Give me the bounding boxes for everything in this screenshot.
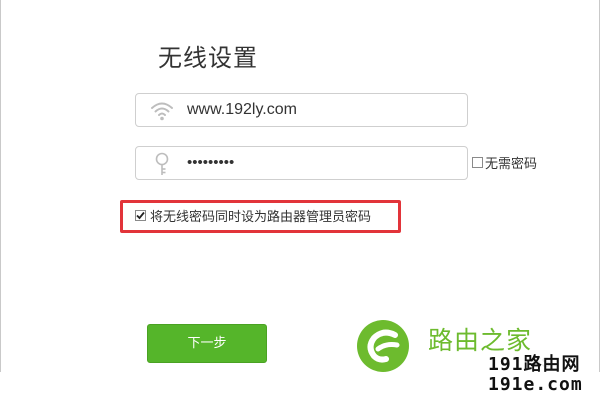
left-frame-line [0,0,1,372]
no-password-label: 无需密码 [485,156,538,172]
key-icon [155,152,169,175]
admin-password-label: 将无线密码同时设为路由器管理员密码 [150,209,372,225]
password-input[interactable]: ••••••••• [135,146,468,180]
site-domain: 191e.com [488,374,583,395]
admin-password-option[interactable]: 将无线密码同时设为路由器管理员密码 [135,207,372,225]
brand-logo-icon [357,320,409,372]
ssid-input[interactable]: www.192ly.com [135,93,468,127]
next-button[interactable]: 下一步 [147,324,267,363]
password-value: ••••••••• [187,154,235,171]
wifi-icon [151,102,173,121]
checkmark-icon [136,211,145,219]
no-password-option[interactable]: 无需密码 [472,154,538,172]
ssid-value: www.192ly.com [187,101,297,118]
no-password-checkbox[interactable] [472,156,483,168]
admin-password-checkbox[interactable] [135,209,146,221]
page-title: 无线设置 [158,44,258,72]
site-name: 191路由网 [488,354,581,375]
